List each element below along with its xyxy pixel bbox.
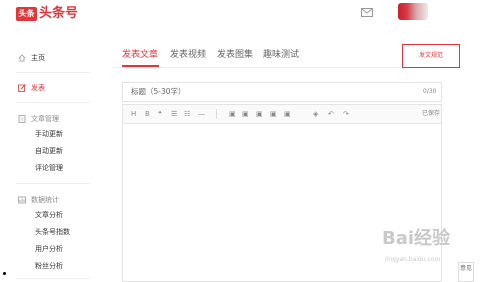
logo-text[interactable]: 头条号 bbox=[39, 5, 78, 23]
document-icon bbox=[18, 115, 26, 123]
undo-icon[interactable]: ↶ bbox=[328, 110, 334, 118]
sidebar-item-comments[interactable]: 评论管理 bbox=[35, 163, 63, 173]
heading-icon[interactable]: H bbox=[131, 110, 136, 118]
bullet-list-icon[interactable]: ☰ bbox=[171, 110, 177, 118]
clear-format-icon[interactable]: ◈ bbox=[313, 110, 318, 118]
avatar[interactable] bbox=[398, 3, 428, 20]
tab-publish-article[interactable]: 发表文章 bbox=[122, 49, 158, 61]
toolbar-separator bbox=[216, 109, 217, 119]
feedback-tab[interactable]: 意见 bbox=[458, 262, 474, 282]
sidebar-item-user-analysis[interactable]: 用户分析 bbox=[35, 244, 63, 254]
bullet-dot bbox=[3, 272, 6, 275]
sidebar-item-label: 发表 bbox=[31, 84, 45, 92]
sidebar-item-manual-update[interactable]: 手动更新 bbox=[35, 129, 63, 139]
publish-guidelines-button[interactable]: 发文规范 bbox=[402, 44, 460, 68]
sidebar-group-label: 文章管理 bbox=[31, 115, 59, 123]
sidebar-divider bbox=[16, 278, 90, 279]
sidebar-item-fan-analysis[interactable]: 粉丝分析 bbox=[35, 261, 63, 271]
home-icon bbox=[18, 54, 26, 62]
vote-icon[interactable]: ▣ bbox=[284, 110, 291, 118]
sidebar-item-auto-update[interactable]: 自动更新 bbox=[35, 146, 63, 156]
saved-status: 已保存 bbox=[422, 110, 441, 117]
sidebar-item-label: 主页 bbox=[31, 54, 45, 62]
watermark-brand: Bai经验 bbox=[382, 228, 451, 249]
tab-publish-gallery[interactable]: 发表图集 bbox=[217, 49, 253, 61]
title-char-count: 0/30 bbox=[423, 88, 437, 95]
video-icon[interactable]: ▣ bbox=[256, 110, 263, 118]
sidebar-item-toutiao-index[interactable]: 头条号指数 bbox=[35, 227, 70, 237]
bold-icon[interactable]: B bbox=[145, 110, 150, 118]
image-icon[interactable]: ▣ bbox=[229, 110, 236, 118]
logo-badge[interactable]: 头条 bbox=[16, 7, 37, 21]
quote-icon[interactable]: ❝ bbox=[158, 110, 162, 118]
sidebar-divider bbox=[16, 183, 90, 184]
gallery-icon[interactable]: ▣ bbox=[242, 110, 249, 118]
divider-line-icon[interactable]: — bbox=[198, 110, 205, 118]
editor-toolbar bbox=[122, 104, 442, 124]
sidebar-group-label: 数据统计 bbox=[31, 196, 59, 204]
title-placeholder: 标题（5-30字） bbox=[131, 87, 186, 96]
edit-icon bbox=[18, 84, 26, 92]
sidebar-item-article-analysis[interactable]: 文章分析 bbox=[35, 210, 63, 220]
sidebar-divider bbox=[16, 72, 90, 73]
watermark-url: jingyan.baidu.com bbox=[385, 256, 441, 263]
audio-icon[interactable]: ▣ bbox=[270, 110, 277, 118]
stats-icon bbox=[18, 196, 26, 204]
redo-icon[interactable]: ↷ bbox=[343, 110, 349, 118]
active-tab-indicator bbox=[122, 65, 159, 67]
mail-icon[interactable] bbox=[361, 8, 373, 17]
tab-publish-video[interactable]: 发表视频 bbox=[170, 49, 206, 61]
sidebar-divider bbox=[16, 102, 90, 103]
sidebar: 主页 发表 文章管理 手动更新 自动更新 评论管理 数据统计 文章分析 头条号指… bbox=[0, 30, 96, 282]
numbered-list-icon[interactable]: ☷ bbox=[184, 110, 190, 118]
tab-fun-quiz[interactable]: 趣味测试 bbox=[263, 49, 299, 61]
